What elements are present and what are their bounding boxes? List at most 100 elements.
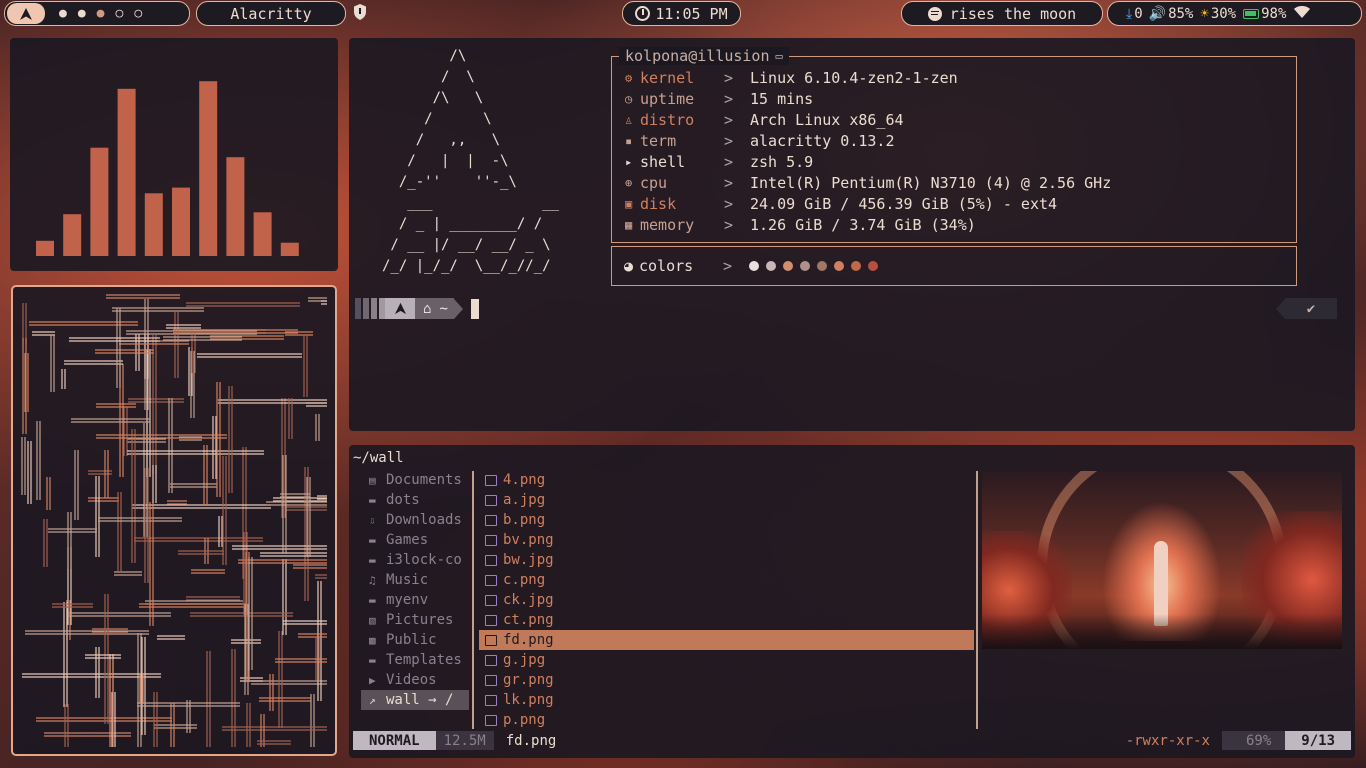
pipe-segment	[197, 353, 302, 358]
color-swatch	[868, 261, 878, 271]
download-icon[interactable]: ⤓	[1126, 6, 1132, 22]
neofetch-terminal[interactable]: /\ / \ /\ \ / \ / ,, \ / | | -\ /_-'' ''…	[349, 38, 1355, 431]
battery-level: 98%	[1261, 5, 1287, 22]
file-item[interactable]: g.jpg	[479, 650, 974, 670]
info-key: uptime	[640, 89, 695, 108]
info-value: 1.26 GiB / 3.74 GiB (34%)	[750, 215, 976, 234]
shell-icon: ▸	[625, 154, 633, 169]
parent-dir-item[interactable]: ▬ myenv	[361, 590, 469, 610]
cpu-icon: ⊕	[625, 175, 633, 190]
parent-dir-item[interactable]: ⇩ Downloads	[361, 510, 469, 530]
pipe-segment	[152, 335, 157, 474]
file-item[interactable]: fd.png	[479, 630, 974, 650]
workspace-4-button[interactable]: ○	[115, 6, 123, 21]
music-pill[interactable]: rises the moon	[901, 1, 1103, 26]
workspace-5-button[interactable]: ○	[134, 6, 142, 21]
battery-icon[interactable]	[1243, 8, 1260, 19]
file-item[interactable]: lk.png	[479, 690, 974, 710]
pipe-segment	[123, 407, 128, 456]
arch-ascii-logo: /\ / \ /\ \ / \ / ,, \ / | | -\ /_-'' ''…	[382, 48, 560, 274]
shield-icon[interactable]	[353, 3, 367, 21]
file-item[interactable]: bw.jpg	[479, 550, 974, 570]
pipe-segment	[240, 677, 263, 682]
workspace-2-button[interactable]: ●	[78, 6, 86, 21]
parent-dir-item[interactable]: ▬ dots	[361, 490, 469, 510]
folder-icon: ▬	[369, 653, 376, 667]
file-item[interactable]: bv.png	[479, 530, 974, 550]
visualizer-bar	[117, 88, 136, 256]
visualizer-bar	[226, 157, 245, 256]
clock-text: 11:05 PM	[655, 4, 728, 23]
kernel-icon: ⚙	[625, 70, 633, 85]
parent-dir-name: Videos	[386, 672, 437, 688]
wifi-icon[interactable]	[1294, 5, 1311, 22]
pipe-segment	[293, 564, 327, 569]
visualizer-bar	[199, 81, 218, 256]
pipe-segment	[222, 456, 227, 565]
parent-dir-item[interactable]: ▬ i3lock-co	[361, 550, 469, 570]
pipe-segment	[288, 398, 293, 439]
parent-dir-item[interactable]: ▩ Public	[361, 630, 469, 650]
pipe-segment	[44, 732, 131, 737]
pipe-segment	[206, 651, 211, 747]
file-item[interactable]: p.png	[479, 710, 974, 730]
workspace-1-button[interactable]: ●	[59, 6, 67, 21]
image-file-icon	[485, 514, 497, 526]
home-prompt-segment: ⌂ ~	[415, 298, 454, 319]
spotify-icon	[927, 6, 942, 21]
shell-prompt: ⌂ ~	[355, 298, 479, 319]
file-item[interactable]: a.jpg	[479, 490, 974, 510]
parent-dir-item[interactable]: ▧ Pictures	[361, 610, 469, 630]
pipe-segment	[190, 612, 293, 617]
color-swatch	[783, 261, 793, 271]
pipe-segment	[96, 403, 136, 408]
pipe-segment	[131, 429, 136, 563]
pipe-segment	[71, 418, 150, 423]
parent-dir-name: Games	[386, 532, 429, 548]
pipe-segment	[231, 649, 236, 747]
pipe-segment	[303, 335, 308, 397]
image-file-icon	[485, 614, 497, 626]
file-item[interactable]: 4.png	[479, 470, 974, 490]
parent-dir-item[interactable]: ▬ Templates	[361, 650, 469, 670]
info-value: 15 mins	[750, 89, 814, 108]
parent-dir-item[interactable]: ▬ Games	[361, 530, 469, 550]
image-file-icon	[485, 634, 497, 646]
pipe-segment	[178, 550, 224, 555]
color-swatch	[800, 261, 810, 271]
pipe-segment	[139, 603, 247, 608]
info-sep: >	[724, 131, 734, 150]
info-sep: >	[724, 110, 734, 129]
info-key: cpu	[640, 173, 668, 192]
file-item[interactable]: ct.png	[479, 610, 974, 630]
pipe-segment	[170, 483, 217, 488]
file-manager[interactable]: ~/wall ▤ Documents ▬ dots ⇩ Downloads ▬ Games ▬ i…	[349, 445, 1355, 758]
file-item[interactable]: gr.png	[479, 670, 974, 690]
parent-dir-item[interactable]: ▶ Videos	[361, 670, 469, 690]
file-size: 12.5M	[435, 731, 494, 750]
pipe-segment	[266, 501, 327, 506]
file-position: 9/13	[1285, 731, 1351, 750]
arch-logo-button[interactable]	[7, 3, 45, 24]
parent-dir-item[interactable]: ♫ Music	[361, 570, 469, 590]
brightness-icon[interactable]: ☀	[1200, 6, 1208, 22]
pipe-segment	[21, 437, 26, 495]
color-swatch	[851, 261, 861, 271]
arch-icon	[394, 302, 406, 315]
workspace-3-button[interactable]: ●	[97, 6, 105, 21]
clock-pill[interactable]: 11:05 PM	[622, 1, 741, 26]
visualizer-bar	[280, 242, 299, 256]
pipe-segment	[186, 302, 300, 307]
folder-icon: ▤	[369, 473, 376, 487]
current-path: ~/wall	[353, 450, 404, 466]
parent-dir-item[interactable]: ↗ wall → /	[361, 690, 469, 710]
download-count: 0	[1134, 5, 1143, 22]
file-item[interactable]: ck.jpg	[479, 590, 974, 610]
file-name: ck.jpg	[503, 592, 554, 608]
pipe-segment	[95, 476, 100, 557]
parent-dir-item[interactable]: ▤ Documents	[361, 470, 469, 490]
file-item[interactable]: b.png	[479, 510, 974, 530]
file-item[interactable]: c.png	[479, 570, 974, 590]
volume-icon[interactable]: 🔊	[1149, 6, 1166, 22]
pipe-segment	[228, 386, 233, 493]
